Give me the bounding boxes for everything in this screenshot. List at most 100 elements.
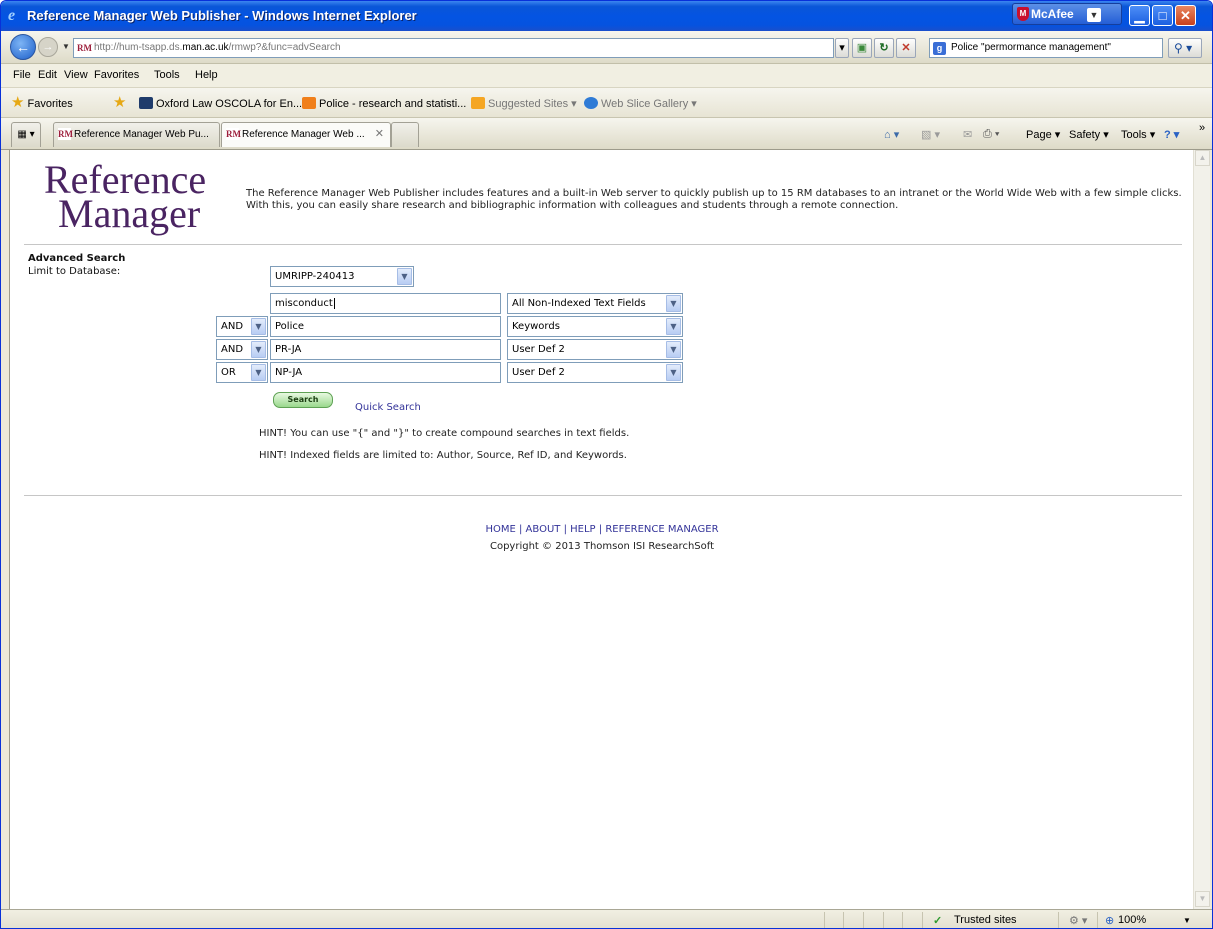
- security-zone[interactable]: Trusted sites: [954, 914, 1017, 926]
- status-pane: [1097, 912, 1098, 928]
- menu-favorites[interactable]: Favorites: [94, 69, 139, 81]
- refresh-icon[interactable]: ↻: [874, 38, 894, 58]
- operator-select-2[interactable]: AND ▼: [216, 316, 268, 337]
- quick-search-link[interactable]: Quick Search: [355, 402, 421, 413]
- search-field-select-3[interactable]: User Def 2 ▼: [507, 339, 683, 360]
- operator-value-3: AND: [221, 344, 244, 355]
- search-term-input-2[interactable]: Police: [270, 316, 501, 337]
- search-term-input-1[interactable]: misconduct: [270, 293, 501, 314]
- intro-text: The Reference Manager Web Publisher incl…: [246, 188, 1182, 211]
- fav-item-suggested[interactable]: Suggested Sites ▾: [471, 97, 577, 110]
- database-select[interactable]: UMRIPP-240413 ▼: [270, 266, 414, 287]
- new-tab-button[interactable]: [391, 122, 419, 147]
- tools-menu[interactable]: Tools ▾: [1121, 128, 1155, 141]
- operator-select-4[interactable]: OR ▼: [216, 362, 268, 383]
- feeds-icon[interactable]: ▧ ▾: [921, 128, 940, 141]
- rm-favicon-icon: RM: [77, 42, 92, 54]
- footer-links: HOME | ABOUT | HELP | REFERENCE MANAGER: [485, 524, 719, 535]
- safety-menu-label: Safety: [1069, 129, 1101, 141]
- database-value: UMRIPP-240413: [275, 271, 355, 282]
- search-term-value-3: PR-JA: [275, 344, 302, 355]
- scroll-down-icon[interactable]: ▼: [1195, 891, 1210, 907]
- minimize-button[interactable]: ▁: [1129, 5, 1150, 26]
- ie-logo-icon: e: [8, 7, 16, 24]
- fav-item-webslice[interactable]: Web Slice Gallery ▾: [584, 97, 697, 110]
- maximize-button[interactable]: □: [1152, 5, 1173, 26]
- operator-select-3[interactable]: AND ▼: [216, 339, 268, 360]
- address-input[interactable]: RM http://hum-tsapp.ds.man.ac.uk/rmwp?&f…: [73, 38, 834, 58]
- fav-item-police[interactable]: Police - research and statisti...: [302, 97, 466, 110]
- quick-tabs-button[interactable]: ▦ ▾: [11, 122, 41, 147]
- footer-about-link[interactable]: ABOUT: [526, 524, 561, 535]
- forward-button[interactable]: →: [38, 37, 58, 57]
- search-term-input-3[interactable]: PR-JA: [270, 339, 501, 360]
- help-icon[interactable]: ? ▾: [1164, 128, 1179, 141]
- compat-view-icon[interactable]: ▣: [852, 38, 872, 58]
- operator-value-4: OR: [221, 367, 236, 378]
- fav-item-oscola[interactable]: Oxford Law OSCOLA for En...: [139, 97, 302, 110]
- scroll-up-icon[interactable]: ▲: [1195, 150, 1210, 166]
- advanced-search-title: Advanced Search: [28, 253, 126, 264]
- home-icon[interactable]: ⌂ ▾: [884, 128, 899, 141]
- stop-icon[interactable]: ✕: [896, 38, 916, 58]
- close-tab-icon[interactable]: ✕: [375, 123, 384, 146]
- menu-file[interactable]: File: [13, 69, 31, 81]
- search-input[interactable]: g Police "permormance management": [929, 38, 1163, 58]
- search-term-value-2: Police: [275, 321, 304, 332]
- add-favorite-icon[interactable]: ★: [113, 95, 126, 110]
- search-provider-icon: g: [933, 42, 946, 55]
- back-button[interactable]: ←: [10, 34, 36, 60]
- safety-menu[interactable]: Safety ▾: [1069, 128, 1109, 141]
- status-pane: [922, 912, 923, 928]
- footer-home-link[interactable]: HOME: [485, 524, 515, 535]
- zoom-level[interactable]: 100%: [1118, 914, 1146, 926]
- status-pane: [1058, 912, 1059, 928]
- chevron-down-icon: ▼: [251, 364, 266, 381]
- tab-reference-manager-1[interactable]: RMReference Manager Web Pu...: [53, 122, 220, 147]
- status-pane: [883, 912, 884, 928]
- status-pane: [843, 912, 844, 928]
- close-button[interactable]: ✕: [1175, 5, 1196, 26]
- fav-item-police-label: Police - research and statisti...: [319, 98, 467, 110]
- search-field-select-2[interactable]: Keywords ▼: [507, 316, 683, 337]
- mail-icon[interactable]: ✉: [963, 128, 972, 141]
- footer-help-link[interactable]: HELP: [570, 524, 595, 535]
- limit-database-label: Limit to Database:: [28, 266, 121, 277]
- recent-pages-dropdown[interactable]: ▼: [62, 42, 70, 51]
- star-icon: ★: [11, 94, 25, 111]
- protected-mode-icon[interactable]: ⚙ ▾: [1069, 914, 1087, 927]
- menu-help[interactable]: Help: [195, 69, 218, 81]
- search-field-select-1[interactable]: All Non-Indexed Text Fields ▼: [507, 293, 683, 314]
- mcafee-button[interactable]: M McAfee ▼: [1012, 3, 1122, 25]
- operator-value-2: AND: [221, 321, 244, 332]
- footer-refman-link[interactable]: REFERENCE MANAGER: [605, 524, 718, 535]
- menu-edit[interactable]: Edit: [38, 69, 57, 81]
- chevron-down-icon: ▼: [666, 341, 681, 358]
- page-menu-label: Page: [1026, 129, 1052, 141]
- search-field-select-4[interactable]: User Def 2 ▼: [507, 362, 683, 383]
- address-dropdown-button[interactable]: ▾: [835, 38, 849, 58]
- favorites-button[interactable]: ★ Favorites: [11, 94, 73, 111]
- menu-view[interactable]: View: [64, 69, 88, 81]
- police-icon: [302, 97, 316, 109]
- zoom-dropdown-icon[interactable]: ▼: [1183, 916, 1191, 925]
- page-content: Reference Manager The Reference Manager …: [9, 150, 1193, 909]
- search-term-input-4[interactable]: NP-JA: [270, 362, 501, 383]
- fav-item-oscola-label: Oxford Law OSCOLA for En...: [156, 98, 303, 110]
- browser-window: e Reference Manager Web Publisher - Wind…: [0, 0, 1213, 929]
- vertical-scrollbar[interactable]: ▲ ▼: [1193, 150, 1210, 909]
- status-pane: [824, 912, 825, 928]
- tools-menu-label: Tools: [1121, 129, 1147, 141]
- favorites-bar: ★ Favorites ★ Oxford Law OSCOLA for En..…: [1, 88, 1212, 118]
- status-pane: [902, 912, 903, 928]
- search-go-button[interactable]: ⚲ ▾: [1168, 38, 1202, 58]
- tab-reference-manager-2[interactable]: RMReference Manager Web ... ✕: [221, 122, 391, 147]
- page-menu[interactable]: Page ▾: [1026, 128, 1060, 141]
- status-bar: ✓ Trusted sites ⚙ ▾ ⊕ 100% ▼: [1, 909, 1212, 928]
- tab-label: Reference Manager Web ...: [242, 129, 365, 140]
- print-icon[interactable]: ⎙ ▾: [983, 128, 999, 141]
- chevron-right-icon[interactable]: »: [1199, 122, 1205, 134]
- zoom-icon[interactable]: ⊕: [1105, 914, 1114, 927]
- menu-tools[interactable]: Tools: [154, 69, 180, 81]
- search-button[interactable]: Search: [273, 392, 333, 408]
